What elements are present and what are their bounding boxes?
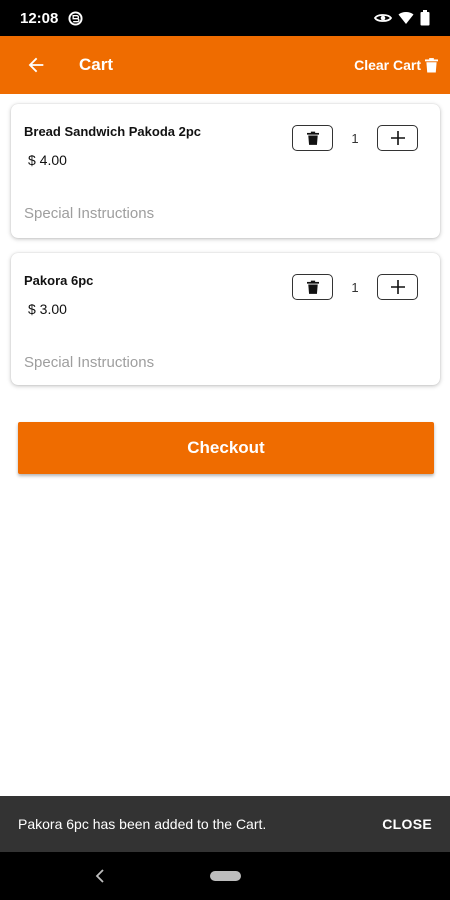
checkout-button[interactable]: Checkout	[18, 422, 434, 474]
quantity-control: 1	[292, 125, 418, 151]
back-button[interactable]	[18, 47, 54, 83]
clear-cart-button[interactable]: Clear Cart	[354, 57, 438, 73]
notification-badge-icon	[68, 10, 83, 26]
remove-item-button[interactable]	[292, 125, 333, 151]
special-instructions-field[interactable]: Special Instructions	[24, 354, 154, 371]
quantity-value: 1	[351, 130, 359, 146]
battery-icon	[420, 10, 430, 26]
trash-icon	[425, 57, 438, 72]
wifi-icon	[398, 11, 414, 25]
status-bar: 12:08	[0, 0, 450, 36]
item-price: $ 3.00	[28, 301, 67, 317]
trash-icon	[306, 131, 319, 145]
increase-quantity-button[interactable]	[377, 125, 418, 151]
status-time: 12:08	[20, 9, 59, 27]
arrow-back-icon	[28, 57, 44, 73]
nav-back-icon[interactable]	[93, 866, 107, 891]
item-name: Pakora 6pc	[24, 273, 94, 288]
status-right	[374, 10, 430, 26]
snackbar: Pakora 6pc has been added to the Cart. C…	[0, 796, 450, 852]
trash-icon	[306, 280, 319, 294]
system-nav-bar	[0, 852, 450, 900]
special-instructions-field[interactable]: Special Instructions	[24, 205, 154, 222]
increase-quantity-button[interactable]	[377, 274, 418, 300]
quantity-value: 1	[351, 279, 359, 295]
data-saver-icon	[374, 11, 392, 25]
remove-item-button[interactable]	[292, 274, 333, 300]
item-name: Bread Sandwich Pakoda 2pc	[24, 124, 202, 139]
nav-home-pill[interactable]	[210, 871, 241, 881]
app-bar: Cart Clear Cart	[0, 36, 450, 94]
status-left: 12:08	[20, 10, 83, 27]
quantity-control: 1	[292, 274, 418, 300]
plus-icon	[390, 131, 405, 145]
item-price: $ 4.00	[28, 152, 67, 168]
snackbar-message: Pakora 6pc has been added to the Cart.	[18, 816, 267, 832]
page-title: Cart	[79, 55, 114, 74]
cart-item-card: Pakora 6pc $ 3.00 1 Special Instructions	[11, 253, 440, 385]
plus-icon	[390, 280, 405, 294]
clear-cart-label: Clear Cart	[354, 57, 421, 73]
cart-item-card: Bread Sandwich Pakoda 2pc $ 4.00 1 Speci…	[11, 104, 440, 238]
snackbar-close-button[interactable]: CLOSE	[382, 816, 432, 832]
